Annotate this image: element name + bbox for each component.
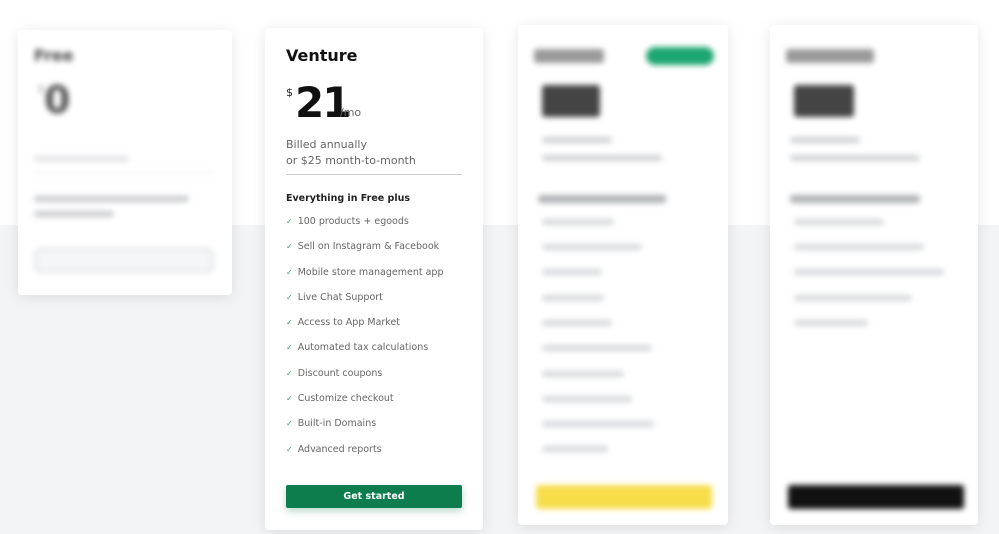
feature-item: ✓ Live Chat Support bbox=[286, 292, 443, 317]
plan-price bbox=[794, 85, 854, 117]
feature-item bbox=[542, 320, 612, 326]
business-cta-button[interactable] bbox=[536, 485, 712, 509]
feature-list: ✓ 100 products + egoods ✓ Sell on Instagra… bbox=[286, 216, 443, 469]
feature-item bbox=[542, 345, 652, 351]
feature-label: Built-in Domains bbox=[297, 418, 377, 430]
feature-item bbox=[542, 244, 642, 250]
features-heading bbox=[538, 195, 666, 203]
feature-item: ✓ Built-in Domains bbox=[286, 418, 443, 443]
divider bbox=[34, 172, 214, 173]
feature-item bbox=[542, 269, 602, 275]
description-text bbox=[34, 196, 189, 202]
check-icon: ✓ bbox=[286, 292, 293, 302]
price-period: /mo bbox=[340, 106, 362, 119]
billing-text bbox=[790, 137, 860, 143]
feature-item bbox=[542, 219, 614, 225]
feature-item: ✓ Customize checkout bbox=[286, 393, 443, 418]
feature-item: ✓ Automated tax calculations bbox=[286, 342, 443, 367]
feature-item: ✓ Advanced reports bbox=[286, 444, 443, 469]
feature-item bbox=[794, 244, 924, 250]
check-icon: ✓ bbox=[286, 343, 293, 353]
feature-item: ✓ Mobile store management app bbox=[286, 267, 443, 292]
plan-price: 0 bbox=[44, 78, 71, 122]
plan-name bbox=[534, 49, 604, 63]
feature-label: Automated tax calculations bbox=[297, 342, 429, 354]
features-heading bbox=[790, 195, 920, 203]
feature-label: Live Chat Support bbox=[297, 291, 383, 303]
unlimited-cta-button[interactable] bbox=[788, 485, 964, 509]
feature-item bbox=[794, 295, 912, 301]
check-icon: ✓ bbox=[286, 318, 293, 328]
plan-card-venture: Venture $ 21 /mo Billed annually or $25 … bbox=[265, 28, 483, 530]
feature-item: ✓ Sell on Instagram & Facebook bbox=[286, 241, 443, 266]
check-icon: ✓ bbox=[286, 419, 293, 429]
plan-name bbox=[786, 49, 874, 63]
plan-card-unlimited bbox=[770, 25, 978, 525]
feature-item: ✓ Discount coupons bbox=[286, 368, 443, 393]
billing-text bbox=[790, 155, 920, 161]
feature-label: Discount coupons bbox=[297, 367, 383, 379]
feature-item: ✓ 100 products + egoods bbox=[286, 216, 443, 241]
billing-text bbox=[34, 156, 129, 162]
billing-text bbox=[542, 137, 612, 143]
plan-name: Free bbox=[34, 46, 74, 65]
feature-item bbox=[542, 446, 608, 452]
feature-item bbox=[794, 269, 944, 275]
plan-price bbox=[542, 85, 600, 117]
plan-name: Venture bbox=[286, 46, 358, 65]
feature-label: Sell on Instagram & Facebook bbox=[297, 241, 440, 253]
divider bbox=[286, 174, 462, 175]
feature-item bbox=[542, 371, 624, 377]
billing-info: Billed annually or $25 month-to-month bbox=[286, 137, 416, 169]
feature-item bbox=[794, 320, 868, 326]
features-heading: Everything in Free plus bbox=[286, 193, 410, 204]
check-icon: ✓ bbox=[286, 444, 293, 454]
feature-label: Customize checkout bbox=[297, 393, 394, 405]
currency-symbol: $ bbox=[286, 86, 293, 99]
billing-text bbox=[542, 155, 662, 161]
plan-price: 21 bbox=[295, 78, 351, 127]
plan-card-business bbox=[518, 25, 728, 525]
description-text bbox=[34, 211, 114, 217]
check-icon: ✓ bbox=[286, 394, 293, 404]
check-icon: ✓ bbox=[286, 368, 293, 378]
free-cta-button[interactable] bbox=[34, 248, 214, 273]
feature-item bbox=[542, 421, 654, 427]
billing-annual: Billed annually bbox=[286, 138, 367, 151]
check-icon: ✓ bbox=[286, 242, 293, 252]
feature-label: 100 products + egoods bbox=[297, 216, 409, 227]
feature-label: Mobile store management app bbox=[297, 266, 444, 278]
check-icon: ✓ bbox=[286, 217, 293, 226]
billing-monthly: or $25 month-to-month bbox=[286, 154, 416, 167]
feature-item bbox=[542, 295, 604, 301]
feature-item bbox=[542, 396, 632, 402]
popular-badge bbox=[646, 47, 714, 65]
check-icon: ✓ bbox=[286, 267, 293, 277]
feature-item bbox=[794, 219, 884, 225]
feature-label: Access to App Market bbox=[297, 317, 401, 329]
feature-label: Advanced reports bbox=[297, 443, 382, 455]
feature-item: ✓ Access to App Market bbox=[286, 317, 443, 342]
plan-card-free: Free $ 0 bbox=[18, 30, 232, 295]
get-started-button[interactable]: Get started bbox=[286, 485, 462, 508]
